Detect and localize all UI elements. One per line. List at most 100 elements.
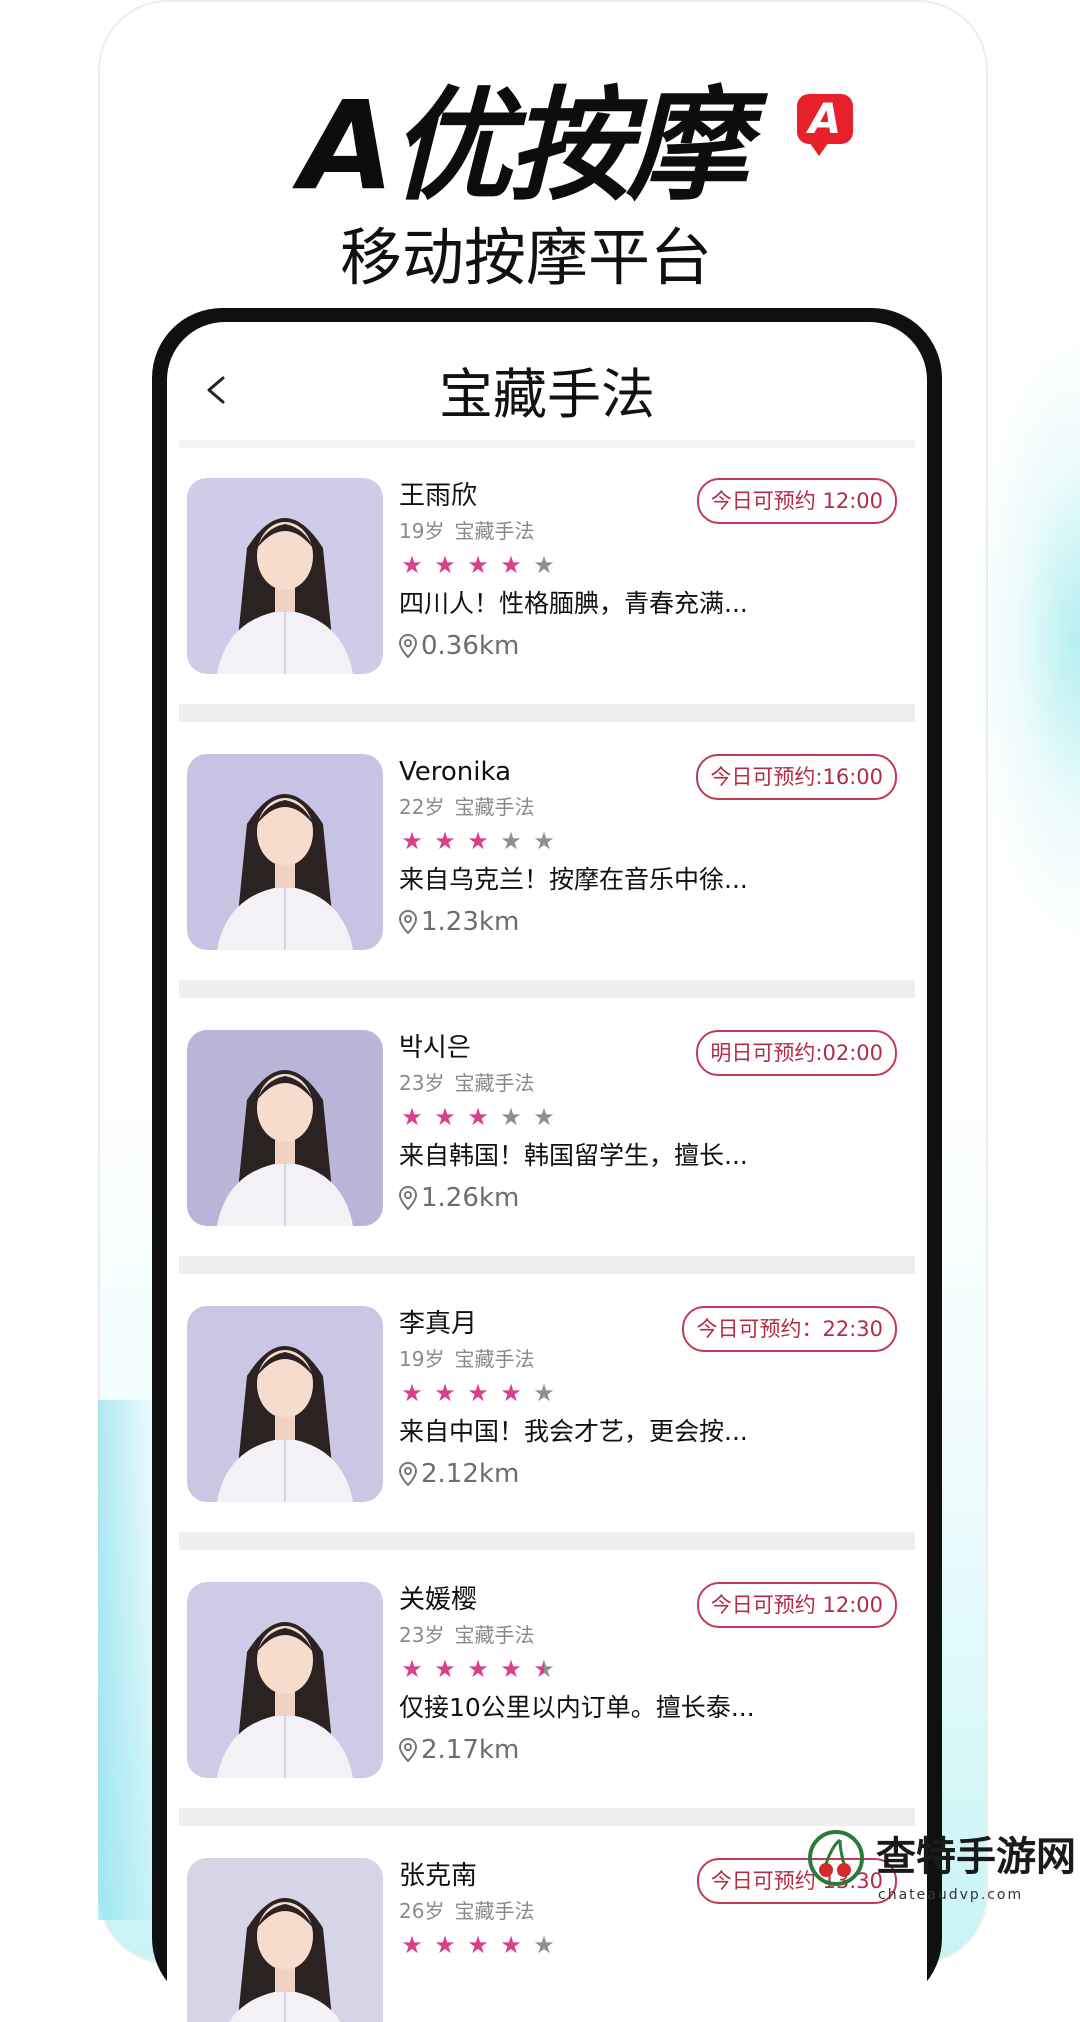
card-divider (179, 1808, 915, 1826)
therapist-description: 来自韩国！韩国留学生，擅长... (399, 1141, 748, 1170)
therapist-age: 22岁 (399, 795, 445, 819)
therapist-meta: 23岁 宝藏手法 (399, 1068, 534, 1098)
therapist-tag: 宝藏手法 (454, 1623, 535, 1647)
therapist-tag: 宝藏手法 (454, 519, 535, 543)
star-empty-icon: ★ (533, 551, 555, 579)
avatar[interactable] (187, 1030, 383, 1226)
therapist-age: 23岁 (399, 1071, 445, 1095)
star-filled-icon: ★ (401, 827, 423, 855)
star-filled-icon: ★ (401, 1379, 423, 1407)
therapist-distance: 1.23km (399, 904, 519, 940)
watermark-url: chateaudvp.com (878, 1887, 1024, 1903)
therapist-description: 仅接10公里以内订单。擅长泰... (399, 1693, 755, 1722)
booking-badge[interactable]: 今日可预约：22:30 (682, 1306, 897, 1352)
star-filled-icon: ★ (467, 827, 489, 855)
divider (179, 440, 915, 448)
therapist-description: 四川人！性格腼腆，青春充满... (399, 589, 748, 618)
rating-stars: ★ ★ ★ ★ ★ (399, 1656, 564, 1682)
star-filled-icon: ★ (500, 551, 522, 579)
watermark-logo-icon (808, 1830, 864, 1886)
therapist-name: 박시은 (399, 1033, 471, 1063)
card-divider (179, 1532, 915, 1550)
therapist-tag: 宝藏手法 (454, 1899, 535, 1923)
page-title: 宝藏手法 (439, 363, 655, 426)
therapist-card[interactable]: 박시은 23岁 宝藏手法 ★ ★ ★ ★ ★ 来自韩国！韩国留学生，擅长... 1.26km 明日可… (167, 1000, 927, 1276)
star-filled-icon: ★ (434, 827, 456, 855)
therapist-name: 关媛樱 (399, 1585, 478, 1615)
card-divider (179, 1256, 915, 1274)
distance-value: 1.26km (421, 1183, 520, 1213)
rating-stars: ★ ★ ★ ★ ★ (399, 1104, 564, 1130)
star-filled-icon: ★ (467, 1931, 489, 1959)
star-empty-icon: ★ (533, 827, 555, 855)
rating-stars: ★ ★ ★ ★ ★ (399, 1932, 564, 1958)
therapist-meta: 23岁 宝藏手法 (399, 1620, 534, 1650)
avatar[interactable] (187, 1858, 383, 2022)
booking-badge[interactable]: 明日可预约:02:00 (696, 1030, 897, 1076)
distance-value: 2.17km (421, 1735, 520, 1765)
therapist-card[interactable]: 关媛樱 23岁 宝藏手法 ★ ★ ★ ★ ★ 仅接10公里以内订单。擅长泰... 2.17km 今日… (167, 1552, 927, 1828)
star-filled-icon: ★ (401, 1103, 423, 1131)
therapist-meta: 19岁 宝藏手法 (399, 1344, 534, 1374)
watermark-text: 查特手游网 (876, 1834, 1076, 1880)
star-empty-icon: ★ (500, 1103, 522, 1131)
star-empty-icon: ★ (533, 1931, 555, 1959)
distance-value: 2.12km (421, 1459, 520, 1489)
star-filled-icon: ★ (434, 1655, 456, 1683)
star-empty-icon: ★ (533, 1103, 555, 1131)
card-divider (179, 704, 915, 722)
booking-badge[interactable]: 今日可预约 12:00 (696, 1582, 897, 1628)
therapist-description: 来自乌克兰！按摩在音乐中徐... (399, 865, 748, 894)
distance-value: 0.36km (421, 631, 520, 661)
star-filled-icon: ★ (434, 1379, 456, 1407)
distance-value: 1.23km (421, 907, 520, 937)
therapist-name: 李真月 (399, 1309, 478, 1339)
therapist-tag: 宝藏手法 (454, 1347, 535, 1371)
booking-badge[interactable]: 今日可预约 12:00 (696, 478, 897, 524)
location-pin-icon (399, 1186, 417, 1210)
phone-screen: 宝藏手法 王雨欣 19岁 宝藏手法 ★ ★ ★ ★ ★ 四川人！性格腼腆，青春充满... 0.36… (167, 322, 927, 2022)
star-filled-icon: ★ (500, 1655, 522, 1683)
star-filled-icon: ★ (401, 1931, 423, 1959)
therapist-age: 19岁 (399, 519, 445, 543)
location-pin-icon (399, 634, 417, 658)
star-filled-icon: ★ (500, 1931, 522, 1959)
therapist-meta: 22岁 宝藏手法 (399, 792, 534, 822)
therapist-distance: 2.12km (399, 1456, 519, 1492)
therapist-age: 19岁 (399, 1347, 445, 1371)
star-filled-icon: ★ (434, 1931, 456, 1959)
rating-stars: ★ ★ ★ ★ ★ (399, 1380, 564, 1406)
avatar[interactable] (187, 1306, 383, 1502)
booking-badge[interactable]: 今日可预约:16:00 (696, 754, 897, 800)
star-filled-icon: ★ (401, 1655, 423, 1683)
watermark: 查特手游网 chateaudvp.com (806, 1828, 1076, 1914)
star-empty-icon: ★ (500, 827, 522, 855)
star-filled-icon: ★ (434, 1103, 456, 1131)
location-pin-icon (399, 1738, 417, 1762)
location-pin-icon (399, 910, 417, 934)
avatar[interactable] (187, 478, 383, 674)
therapist-distance: 1.26km (399, 1180, 519, 1216)
therapist-name: Veronika (399, 757, 512, 787)
therapist-name: 王雨欣 (399, 481, 478, 511)
avatar[interactable] (187, 1582, 383, 1778)
background-glow (98, 1400, 158, 1920)
nav-bar: 宝藏手法 (167, 322, 927, 440)
star-filled-icon: ★ (401, 551, 423, 579)
star-filled-icon: ★ (467, 551, 489, 579)
therapist-meta: 19岁 宝藏手法 (399, 516, 534, 546)
therapist-age: 23岁 (399, 1623, 445, 1647)
rating-stars: ★ ★ ★ ★ ★ (399, 552, 564, 578)
therapist-card[interactable]: 王雨欣 19岁 宝藏手法 ★ ★ ★ ★ ★ 四川人！性格腼腆，青春充满... 0.36km 今日可… (167, 448, 927, 724)
therapist-age: 26岁 (399, 1899, 445, 1923)
brand-subtitle: 移动按摩平台 (340, 221, 713, 294)
avatar[interactable] (187, 754, 383, 950)
therapist-distance: 0.36km (399, 628, 519, 664)
therapist-description: 来自中国！我会才艺，更会按... (399, 1417, 748, 1446)
star-filled-icon: ★ (500, 1379, 522, 1407)
therapist-card[interactable]: 李真月 19岁 宝藏手法 ★ ★ ★ ★ ★ 来自中国！我会才艺，更会按... 2.12km 今日可… (167, 1276, 927, 1552)
brand-title: A优按摩 (300, 75, 748, 217)
therapist-card[interactable]: Veronika 22岁 宝藏手法 ★ ★ ★ ★ ★ 来自乌克兰！按摩在音乐中徐... 1.23… (167, 724, 927, 1000)
therapist-name: 张克南 (399, 1861, 478, 1891)
therapist-distance: 2.17km (399, 1732, 519, 1768)
